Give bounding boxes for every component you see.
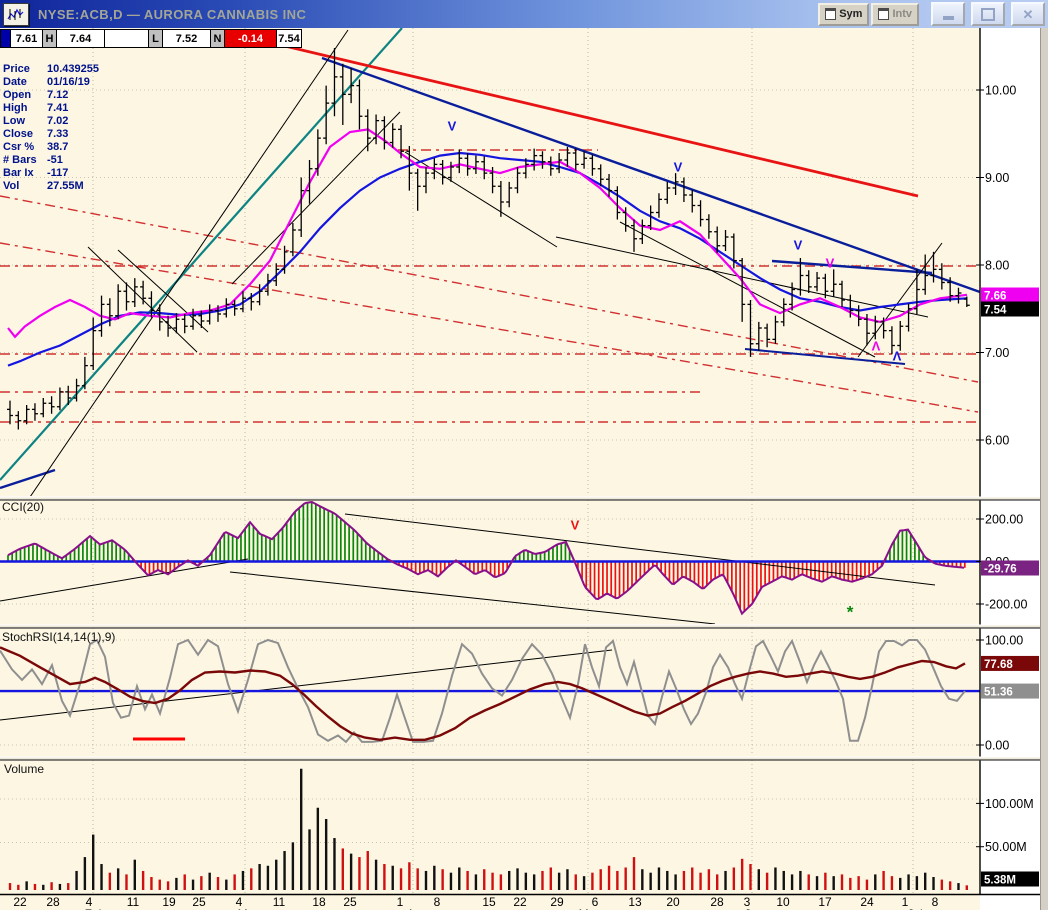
close-icon: ✕: [1022, 6, 1034, 22]
info-row: # Bars -51: [3, 154, 63, 166]
minimize-button[interactable]: [931, 2, 965, 26]
cursor-info-panel: Price 10.439255 Date 01/16/19 Open 7.12 High 7.…: [3, 63, 99, 193]
close-value: 7.54: [277, 30, 301, 47]
svg-text:100.00: 100.00: [985, 634, 1023, 648]
last-price-swatch: [1, 30, 11, 47]
svg-text:Λ: Λ: [872, 338, 881, 353]
svg-text:V: V: [794, 237, 803, 252]
svg-text:22: 22: [13, 895, 27, 909]
svg-text:24: 24: [860, 895, 874, 909]
quote-bar: 7.61 H 7.64 L 7.52 N -0.14 7.54: [0, 29, 302, 48]
window-glyph-icon: [878, 8, 890, 20]
svg-text:5.38M: 5.38M: [984, 875, 1016, 887]
right-axis: 10.00 9.00 8.00 7.00 6.00 200.00 0.00 -200.00 10…: [976, 28, 1048, 910]
net-change: -0.14: [225, 30, 277, 47]
svg-text:V: V: [571, 517, 580, 532]
chart-glyph: [7, 8, 24, 20]
svg-text:28: 28: [46, 895, 60, 909]
close-button[interactable]: ✕: [1011, 2, 1045, 26]
interval-button[interactable]: Intv: [871, 2, 919, 26]
last-price: 7.61: [11, 30, 43, 47]
svg-text:11: 11: [127, 895, 140, 909]
quote-spacer: [105, 30, 149, 47]
maximize-button[interactable]: [971, 2, 1005, 26]
stochrsi-panel-label: StochRSI(14,14(1),9): [2, 630, 116, 644]
info-row: Close 7.33: [3, 128, 69, 140]
svg-text:50.00M: 50.00M: [985, 840, 1027, 854]
window-title: NYSE:ACB,D — AURORA CANNABIS INC: [38, 6, 307, 22]
svg-text:25: 25: [192, 895, 206, 909]
info-row: Bar Ix -117: [3, 167, 69, 179]
info-row: Price 10.439255: [3, 63, 99, 75]
svg-text:7.66: 7.66: [984, 291, 1006, 303]
volume-panel-label: Volume: [4, 762, 45, 776]
svg-text:19: 19: [162, 895, 176, 909]
low-value: 7.52: [163, 30, 211, 47]
svg-text:7.54: 7.54: [984, 305, 1007, 317]
axis-value-box: -29.76: [981, 560, 1039, 576]
svg-text:7.00: 7.00: [985, 346, 1009, 360]
svg-text:10: 10: [776, 895, 790, 909]
info-row: High 7.41: [3, 102, 69, 114]
svg-text:V: V: [674, 159, 683, 174]
axis-value-box: 77.68: [981, 655, 1039, 671]
info-row: Vol 27.55M: [3, 180, 84, 192]
cci-panel-label: CCI(20): [2, 500, 45, 514]
window-glyph-icon: [825, 8, 837, 20]
svg-text:20: 20: [666, 895, 680, 909]
info-row: Date 01/16/19: [3, 76, 90, 88]
svg-text:-200.00: -200.00: [985, 598, 1027, 612]
svg-text:8: 8: [434, 895, 441, 909]
svg-text:-29.76: -29.76: [984, 564, 1017, 576]
svg-text:10.00: 10.00: [985, 84, 1016, 98]
svg-text:9.00: 9.00: [985, 171, 1009, 185]
chart-canvas[interactable]: V V V V ΛΛ V * 10.00 9.00 8.00 7.00 6.00 200.00 0.00 -…: [0, 0, 1048, 910]
svg-text:11: 11: [273, 895, 286, 909]
svg-text:8: 8: [932, 895, 939, 909]
axis-value-box: 51.36: [981, 683, 1039, 699]
low-label: L: [149, 30, 163, 47]
svg-text:Λ: Λ: [893, 348, 902, 363]
info-row: Csr % 38.7: [3, 141, 69, 153]
svg-text:200.00: 200.00: [985, 513, 1023, 527]
svg-text:28: 28: [710, 895, 724, 909]
symbol-button-label: Sym: [839, 8, 863, 20]
svg-text:1: 1: [397, 895, 404, 909]
high-value: 7.64: [57, 30, 105, 47]
app-icon: [3, 2, 29, 26]
info-row: Open 7.12: [3, 89, 69, 101]
axis-value-box: 7.54: [981, 301, 1039, 317]
svg-text:51.36: 51.36: [984, 687, 1013, 699]
svg-text:22: 22: [513, 895, 527, 909]
svg-text:15: 15: [482, 895, 496, 909]
high-label: H: [43, 30, 57, 47]
svg-text:0.00: 0.00: [985, 739, 1009, 753]
svg-text:17: 17: [818, 895, 832, 909]
info-row: Low 7.02: [3, 115, 69, 127]
title-bar: NYSE:ACB,D — AURORA CANNABIS INC Sym Int…: [0, 0, 1048, 28]
svg-text:8.00: 8.00: [985, 259, 1009, 273]
svg-text:25: 25: [343, 895, 357, 909]
maximize-icon: [981, 7, 995, 21]
svg-text:18: 18: [312, 895, 326, 909]
minimize-icon: [942, 16, 954, 20]
svg-text:V: V: [826, 255, 835, 270]
svg-text:V: V: [448, 118, 457, 133]
symbol-button[interactable]: Sym: [818, 2, 870, 26]
axis-value-box: 7.66: [981, 287, 1039, 303]
svg-text:100.00M: 100.00M: [985, 797, 1034, 811]
net-label: N: [211, 30, 225, 47]
chart-window: V V V V ΛΛ V * 10.00 9.00 8.00 7.00 6.00 200.00 0.00 -…: [0, 0, 1048, 910]
svg-text:6.00: 6.00: [985, 434, 1009, 448]
svg-text:13: 13: [628, 895, 642, 909]
interval-button-label: Intv: [892, 8, 912, 20]
svg-text:77.68: 77.68: [984, 659, 1013, 671]
svg-text:*: *: [847, 602, 854, 621]
svg-text:29: 29: [550, 895, 564, 909]
axis-value-box: 5.38M: [981, 871, 1039, 887]
